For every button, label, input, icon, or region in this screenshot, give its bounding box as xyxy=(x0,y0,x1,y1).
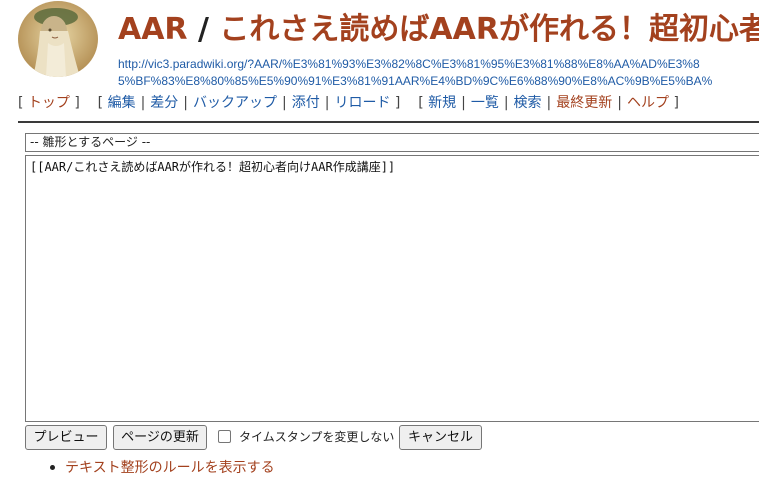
nav-divider: | xyxy=(546,95,552,111)
header-divider xyxy=(18,121,759,123)
text-rules-link[interactable]: テキスト整形のルールを表示する xyxy=(65,459,275,477)
page-url-line-2[interactable]: 5%BF%83%E8%80%85%E5%90%91%E3%81%91AAR%E4… xyxy=(118,74,712,88)
nav-link-recent[interactable]: 最終更新 xyxy=(556,95,612,111)
nav-divider: | xyxy=(183,95,189,111)
template-page-select[interactable]: -- 雛形とするページ -- xyxy=(25,133,759,152)
nav-divider: | xyxy=(140,95,146,111)
navigation-bar: [ トップ ] [ 編集 | 差分 | バックアップ | 添付 | リロード ] [ 新規 | 一覧… xyxy=(18,93,679,113)
nav-link-reload[interactable]: リロード xyxy=(334,95,390,111)
nav-bracket-open: [ xyxy=(97,95,104,111)
nav-link-help[interactable]: ヘルプ xyxy=(627,95,669,111)
nav-link-edit[interactable]: 編集 xyxy=(108,95,136,111)
title-page-link[interactable]: これさえ読めばAARが作れる！超初心者 xyxy=(219,12,759,47)
title-separator: / xyxy=(198,12,209,47)
nav-bracket-open: [ xyxy=(18,95,24,111)
nav-bracket-close: ] xyxy=(673,95,679,111)
nav-link-new[interactable]: 新規 xyxy=(428,95,456,111)
nav-link-search[interactable]: 検索 xyxy=(514,95,542,111)
title-prefix-link[interactable]: AAR xyxy=(118,12,188,47)
nav-bracket-open: [ xyxy=(418,95,424,111)
page-title: AAR / これさえ読めばAARが作れる！超初心者 xyxy=(118,10,759,50)
nav-divider: | xyxy=(503,95,509,111)
keep-timestamp-label[interactable]: タイムスタンプを変更しない xyxy=(239,429,394,445)
nav-link-attach[interactable]: 添付 xyxy=(292,95,320,111)
nav-link-backup[interactable]: バックアップ xyxy=(193,95,277,111)
nav-divider: | xyxy=(324,95,330,111)
cancel-button[interactable]: キャンセル xyxy=(399,425,482,450)
edit-textarea[interactable]: [[AAR/これさえ読めばAARが作れる！超初心者向けAAR作成講座]] xyxy=(25,155,759,422)
preview-button[interactable]: プレビュー xyxy=(25,425,107,450)
list-bullet xyxy=(50,465,55,470)
nav-divider: | xyxy=(617,95,622,111)
nav-divider: | xyxy=(461,95,466,111)
page-url-line-1[interactable]: http://vic3.paradwiki.org/?AAR/%E3%81%93… xyxy=(118,57,700,71)
portrait-logo-icon xyxy=(18,1,98,77)
update-page-button[interactable]: ページの更新 xyxy=(113,425,207,450)
nav-divider: | xyxy=(282,95,287,111)
site-logo[interactable] xyxy=(18,1,98,77)
nav-link-diff[interactable]: 差分 xyxy=(150,95,178,111)
nav-bracket-close: ] xyxy=(74,95,80,111)
keep-timestamp-checkbox[interactable] xyxy=(218,430,231,443)
nav-link-list[interactable]: 一覧 xyxy=(471,95,499,111)
nav-bracket-close: ] xyxy=(394,95,401,111)
nav-link-top[interactable]: トップ xyxy=(28,95,70,111)
